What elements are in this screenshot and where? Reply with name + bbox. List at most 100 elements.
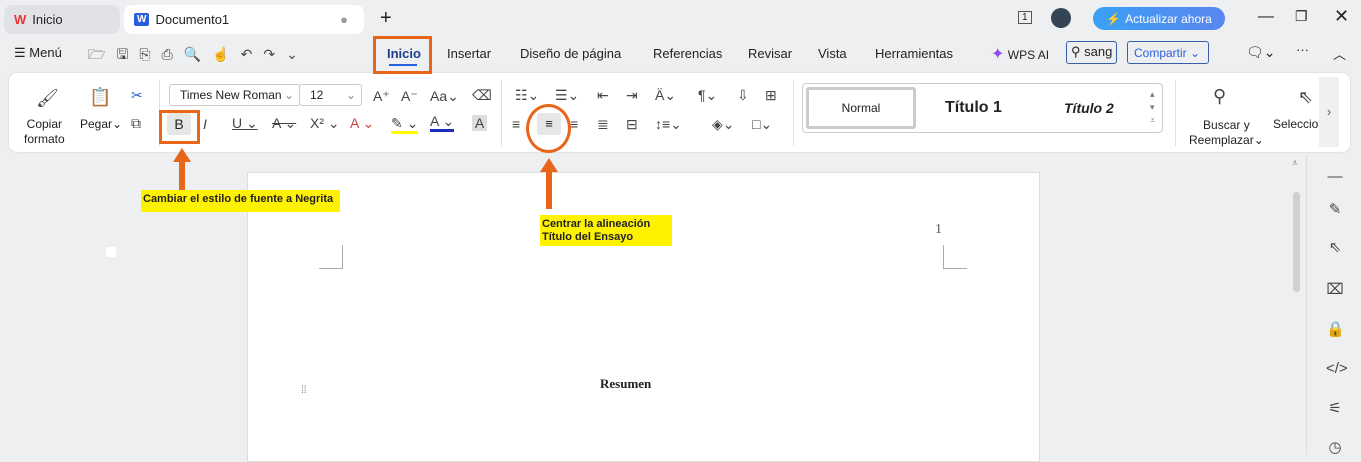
change-case-icon[interactable]: Aa⌄ — [430, 88, 459, 104]
history-icon[interactable]: ◷ — [1326, 438, 1344, 456]
font-size-select[interactable]: 12 ⌄ — [299, 84, 362, 106]
style-label: Normal — [841, 101, 881, 115]
numbering-icon[interactable]: ☰⌄ — [555, 87, 579, 103]
new-tab-button[interactable]: + — [380, 7, 392, 30]
font-name-select[interactable]: Times New Roman ⌄ — [169, 84, 300, 106]
find-replace-button[interactable]: Buscar y Reemplazar⌄ — [1189, 118, 1264, 148]
decrease-indent-icon[interactable]: ⇤ — [597, 87, 609, 103]
minus-icon[interactable]: — — [1326, 168, 1344, 185]
highlight-icon[interactable]: ✎ ⌄ — [391, 115, 419, 134]
clear-format-icon[interactable]: ⌫ — [472, 87, 492, 103]
align-left-icon[interactable]: ≡ — [512, 116, 520, 132]
shrink-font-icon[interactable]: A⁻ — [401, 88, 418, 104]
copy-format-button[interactable]: Copiar formato — [24, 117, 65, 147]
search-input[interactable]: ⚲ sang — [1066, 41, 1117, 64]
shading-icon[interactable]: ◈⌄ — [712, 116, 735, 132]
comment-icon[interactable]: 🗨⌄ — [1246, 44, 1276, 61]
ruler-toggle-icon[interactable]: ⩡ — [1292, 158, 1298, 169]
unsaved-dot-icon: ● — [340, 12, 348, 27]
undo-icon[interactable]: ↶ — [241, 46, 264, 62]
margin-corner — [319, 245, 343, 269]
heading-resumen[interactable]: Resumen — [600, 376, 651, 392]
bullets-icon[interactable]: ☷⌄ — [515, 87, 539, 103]
table-icon[interactable]: ⊞ — [765, 87, 777, 103]
divider — [1175, 80, 1176, 146]
share-button[interactable]: Compartir ⌄ — [1127, 41, 1209, 64]
line-spacing-icon[interactable]: ↕≡⌄ — [655, 116, 682, 132]
format-painter-icon[interactable]: 🖌 — [36, 89, 59, 107]
cursor-icon[interactable]: ⇖ — [1326, 238, 1344, 256]
lock-icon[interactable]: 🔒 — [1326, 320, 1345, 338]
wps-ai-label: WPS AI — [1007, 48, 1050, 62]
edit-pen-icon[interactable]: ✎ — [1326, 200, 1344, 218]
paste-icon[interactable]: 📋 — [89, 88, 111, 106]
export-icon[interactable]: ⎘ — [139, 46, 161, 62]
chevron-down-icon[interactable]: ⌄ — [286, 46, 309, 62]
collapse-ribbon-icon[interactable]: ︿ — [1333, 44, 1346, 63]
menu-herramientas[interactable]: Herramientas — [875, 46, 953, 61]
find-label: Buscar y — [1203, 118, 1250, 132]
open-icon[interactable]: 🗁 — [88, 46, 116, 62]
restore-button[interactable]: ❐ — [1295, 8, 1308, 25]
grow-font-icon[interactable]: A⁺ — [373, 88, 390, 104]
copy-icon[interactable]: ⧉ — [131, 115, 141, 131]
borders-icon[interactable]: □⌄ — [752, 116, 772, 132]
wps-ai-button[interactable]: ✦ WPS AI — [991, 44, 1049, 64]
underline-icon[interactable]: U ⌄ — [232, 115, 258, 131]
clear-doc-icon[interactable]: ⌧ — [1326, 280, 1344, 298]
select-button[interactable]: Seleccionar — [1273, 117, 1319, 131]
highlight-box-inicio — [373, 36, 432, 74]
more-icon[interactable]: ··· — [1296, 42, 1309, 57]
char-shading-icon[interactable]: A — [472, 115, 487, 131]
save-icon[interactable]: 🖫 — [116, 46, 139, 62]
align-right-icon[interactable]: ≡ — [570, 116, 578, 132]
style-titulo2[interactable]: Título 2 — [1064, 100, 1114, 116]
print-preview-icon[interactable]: 🔍 — [184, 46, 212, 62]
font-size-value: 12 — [310, 88, 324, 102]
styles-scroll[interactable]: ▴ ▾ ⩡ — [1150, 88, 1155, 127]
sliders-icon[interactable]: ⚟ — [1326, 399, 1344, 417]
menu-revisar[interactable]: Revisar — [748, 46, 792, 61]
menu-vista[interactable]: Vista — [818, 46, 847, 61]
copy-format-label: Copiar — [26, 117, 63, 131]
justify-icon[interactable]: ≣ — [597, 116, 609, 132]
scrollbar[interactable] — [1293, 192, 1300, 292]
increase-indent-icon[interactable]: ⇥ — [626, 87, 638, 103]
text-direction-icon[interactable]: Ä⌄ — [655, 87, 676, 103]
update-label: Actualizar ahora — [1125, 11, 1212, 26]
cut-icon[interactable]: ✂ — [131, 87, 143, 103]
menu-diseno[interactable]: Diseño de página — [520, 46, 621, 61]
select-cursor-icon[interactable]: ⇖ — [1298, 88, 1313, 106]
style-label: Título 1 — [945, 99, 1002, 116]
minimize-button[interactable]: — — [1258, 8, 1274, 26]
paste-button[interactable]: Pegar⌄ — [80, 117, 122, 131]
menu-insertar[interactable]: Insertar — [447, 46, 491, 61]
distribute-icon[interactable]: ⊟ — [626, 116, 638, 132]
close-button[interactable]: ✕ — [1334, 6, 1349, 27]
paragraph-mark-icon[interactable]: ¶⌄ — [698, 87, 717, 103]
superscript-icon[interactable]: X² ⌄ — [310, 115, 340, 131]
find-icon[interactable]: ⚲ — [1213, 87, 1226, 105]
update-button[interactable]: ⚡ Actualizar ahora — [1093, 7, 1225, 30]
style-normal[interactable]: Normal — [806, 87, 916, 129]
italic-icon[interactable]: I — [203, 116, 207, 132]
menu-referencias[interactable]: Referencias — [653, 46, 722, 61]
hand-icon[interactable]: ☝ — [212, 46, 240, 62]
avatar[interactable] — [1051, 8, 1071, 28]
redo-icon[interactable]: ↷ — [263, 46, 286, 62]
sort-icon[interactable]: ⇩ — [737, 87, 749, 103]
text-effect-icon[interactable]: A ⌄ — [350, 115, 374, 131]
style-titulo1[interactable]: Título 1 — [945, 99, 1002, 117]
page-count-icon[interactable]: 1 — [1018, 11, 1032, 24]
paste-label: Pegar — [80, 117, 113, 131]
ribbon-scroll-right[interactable]: › — [1319, 77, 1339, 147]
menu-button[interactable]: ☰ Menú — [14, 45, 62, 61]
drag-handle-icon[interactable]: ⁞⁞ — [301, 386, 307, 396]
print-icon[interactable]: ⎙ — [162, 46, 184, 62]
font-name-value: Times New Roman — [180, 88, 282, 102]
font-color-icon[interactable]: A ⌄ — [430, 113, 455, 132]
tab-documento1[interactable]: W Documento1 ● — [124, 5, 364, 34]
tab-inicio[interactable]: W Inicio — [4, 5, 120, 34]
strikethrough-icon[interactable]: A ⌄ — [272, 115, 296, 131]
code-icon[interactable]: </> — [1326, 360, 1348, 377]
